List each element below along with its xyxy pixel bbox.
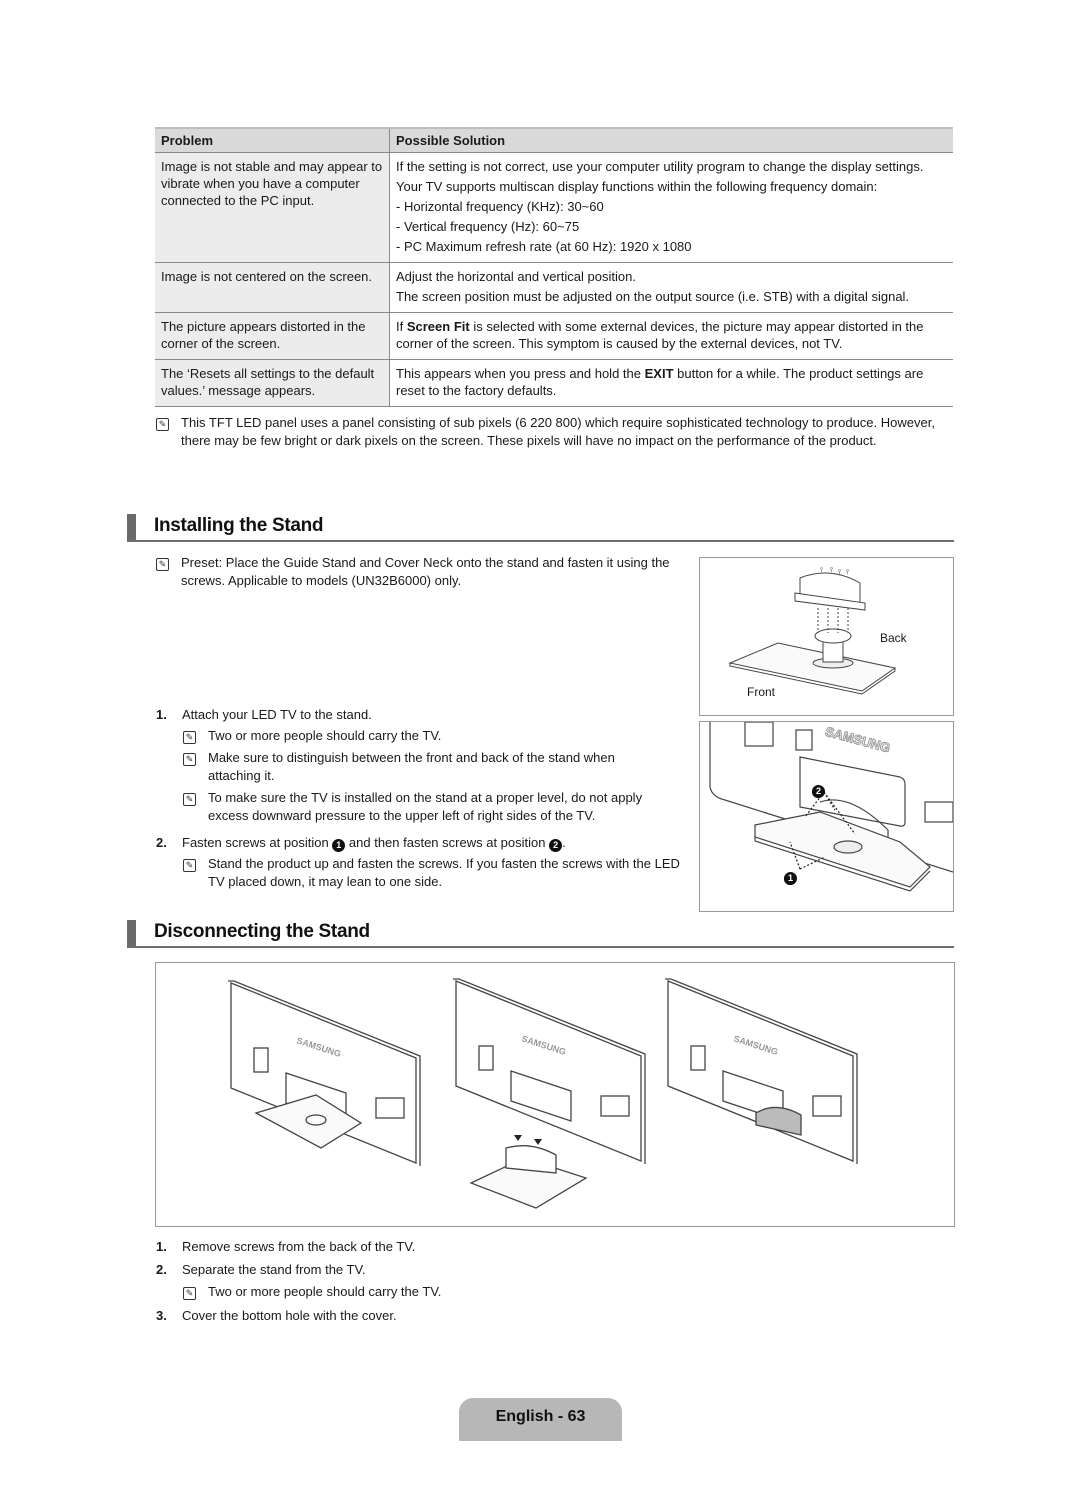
- solution-text: This appears when you press and hold the: [396, 366, 645, 381]
- column-header-problem: Problem: [155, 127, 390, 153]
- step-number: 3.: [156, 1308, 167, 1323]
- disconnect-stand-illustration: SAMSUNG SAMSUNG SAMSUNG: [228, 978, 858, 1209]
- step-text: Fasten screws at position 1 and then fas…: [182, 834, 566, 852]
- step-note: Make sure to distinguish between the fro…: [208, 750, 615, 783]
- preset-note: Preset: Place the Guide Stand and Cover …: [181, 555, 670, 588]
- step-text-part: .: [562, 835, 566, 850]
- position-2-marker: 2: [549, 839, 563, 852]
- solution-text: If: [396, 319, 407, 334]
- solution-cell: If the setting is not correct, use your …: [389, 152, 953, 263]
- solution-line: The screen position must be adjusted on …: [396, 289, 910, 304]
- install-step-1: 1. Attach your LED TV to the stand.: [156, 706, 686, 726]
- problem-cell: The picture appears distorted in the cor…: [155, 312, 390, 360]
- step-note: Two or more people should carry the TV.: [208, 728, 442, 743]
- figure-marker-2: 2: [812, 785, 825, 798]
- table-row: The picture appears distorted in the cor…: [155, 312, 953, 360]
- problem-cell: The ‘Resets all settings to the default …: [155, 359, 390, 407]
- note-icon: [183, 1287, 196, 1300]
- table-row: Image is not stable and may appear to vi…: [155, 152, 953, 263]
- note-icon: [183, 793, 196, 806]
- figure-marker-1: 1: [784, 872, 797, 885]
- solution-line: If the setting is not correct, use your …: [396, 159, 924, 174]
- section-title: Installing the Stand: [154, 515, 324, 536]
- page-number-tab: English - 63: [459, 1398, 622, 1441]
- disconnect-stand-figure: SAMSUNG SAMSUNG SAMSUNG: [155, 962, 955, 1227]
- install-step-2: 2. Fasten screws at position 1 and then …: [156, 834, 686, 854]
- step-text: Attach your LED TV to the stand.: [182, 707, 372, 722]
- step-text: Remove screws from the back of the TV.: [182, 1239, 416, 1254]
- heading-bar: [127, 920, 136, 946]
- note-icon: [183, 753, 196, 766]
- note-icon: [156, 558, 169, 571]
- svg-text:⫯: ⫯: [820, 567, 823, 574]
- section-title: Disconnecting the Stand: [154, 921, 370, 942]
- step-number: 1.: [156, 707, 167, 722]
- solution-text: is selected with some external devices, …: [396, 319, 924, 351]
- problem-cell: Image is not stable and may appear to vi…: [155, 152, 390, 263]
- troubleshooting-table: Problem Possible Solution Image is not s…: [155, 127, 953, 407]
- svg-text:⫯: ⫯: [838, 569, 841, 576]
- solution-cell: This appears when you press and hold the…: [389, 359, 953, 407]
- step-number: 1.: [156, 1239, 167, 1254]
- panel-note: This TFT LED panel uses a panel consisti…: [181, 415, 935, 448]
- exit-keyword: EXIT: [644, 366, 674, 381]
- svg-text:⫯: ⫯: [846, 569, 849, 576]
- step-text-part: Fasten screws at position: [182, 835, 333, 850]
- solution-line: - Horizontal frequency (KHz): 30~60: [396, 199, 604, 214]
- solution-line: - PC Maximum refresh rate (at 60 Hz): 19…: [396, 239, 692, 254]
- step-note: Two or more people should carry the TV.: [208, 1284, 442, 1299]
- tv-stand-attach-illustration: SAMSUNG: [709, 722, 953, 892]
- step-number: 2.: [156, 1262, 167, 1277]
- step-number: 2.: [156, 835, 167, 850]
- svg-text:⫯: ⫯: [830, 567, 833, 574]
- step-text: Separate the stand from the TV.: [182, 1262, 366, 1277]
- solution-cell: Adjust the horizontal and vertical posit…: [389, 262, 953, 313]
- label-front: Front: [747, 685, 776, 699]
- step-text-part: and then fasten screws at position: [345, 835, 550, 850]
- stand-assembly-figure: ⫯ ⫯ ⫯ ⫯ Back Front: [699, 557, 954, 716]
- problem-cell: Image is not centered on the screen.: [155, 262, 390, 313]
- note-icon: [183, 859, 196, 872]
- solution-line: - Vertical frequency (Hz): 60~75: [396, 219, 580, 234]
- solution-line: Your TV supports multiscan display funct…: [396, 179, 878, 194]
- disconnect-step-3: 3. Cover the bottom hole with the cover.: [156, 1307, 686, 1327]
- solution-line: Adjust the horizontal and vertical posit…: [396, 269, 636, 284]
- column-header-solution: Possible Solution: [389, 127, 953, 153]
- tv-stand-attach-figure: SAMSUNG 2 1: [699, 721, 954, 912]
- disconnect-step-2: 2. Separate the stand from the TV.: [156, 1261, 686, 1281]
- installing-stand-heading: Installing the Stand: [127, 514, 954, 542]
- samsung-logo: SAMSUNG: [824, 724, 892, 756]
- note-icon: [156, 418, 169, 431]
- table-row: The ‘Resets all settings to the default …: [155, 359, 953, 407]
- solution-cell: If Screen Fit is selected with some exte…: [389, 312, 953, 360]
- label-back: Back: [880, 631, 907, 645]
- stand-assembly-illustration: ⫯ ⫯ ⫯ ⫯: [728, 567, 897, 695]
- step-text: Cover the bottom hole with the cover.: [182, 1308, 397, 1323]
- heading-bar: [127, 514, 136, 540]
- screen-fit-keyword: Screen Fit: [406, 319, 470, 334]
- table-row: Image is not centered on the screen. Adj…: [155, 262, 953, 313]
- position-1-marker: 1: [332, 839, 346, 852]
- note-icon: [183, 731, 196, 744]
- disconnect-step-1: 1. Remove screws from the back of the TV…: [156, 1238, 686, 1258]
- disconnecting-stand-heading: Disconnecting the Stand: [127, 920, 954, 948]
- table-header-row: Problem Possible Solution: [155, 127, 953, 153]
- step-note: Stand the product up and fasten the scre…: [208, 856, 680, 889]
- step-note: To make sure the TV is installed on the …: [208, 790, 643, 823]
